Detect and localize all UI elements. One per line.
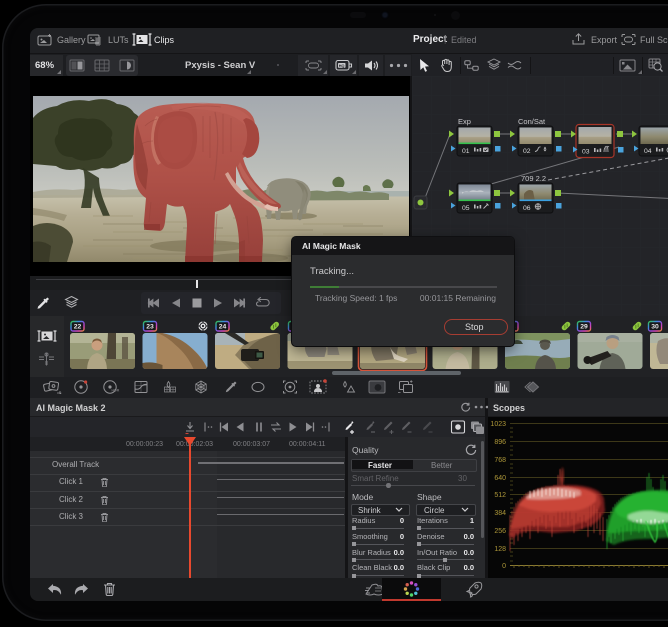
svg-text:03: 03: [582, 149, 590, 156]
svg-text:Con/Sat: Con/Sat: [518, 117, 546, 126]
svg-text:04: 04: [644, 148, 652, 155]
svg-text:05: 05: [462, 205, 470, 212]
svg-text:640: 640: [494, 475, 506, 482]
svg-text:1023: 1023: [490, 421, 506, 428]
svg-text:HDR: HDR: [112, 389, 120, 393]
svg-text:768: 768: [494, 457, 506, 464]
svg-text:Exp: Exp: [458, 117, 471, 126]
svg-text:896: 896: [494, 439, 506, 446]
svg-text:0: 0: [502, 563, 506, 570]
svg-text:HQ: HQ: [339, 64, 345, 68]
svg-text:30: 30: [651, 324, 659, 331]
svg-text:29: 29: [580, 324, 588, 331]
svg-text:22: 22: [74, 324, 82, 331]
svg-text:128: 128: [494, 546, 506, 553]
svg-text:384: 384: [494, 510, 506, 517]
svg-text:02: 02: [523, 148, 531, 155]
svg-text:24: 24: [219, 324, 227, 331]
svg-text:512: 512: [494, 492, 506, 499]
svg-text:01: 01: [462, 148, 470, 155]
svg-text:06: 06: [523, 205, 531, 212]
svg-text:23: 23: [146, 324, 154, 331]
svg-text:256: 256: [494, 528, 506, 535]
svg-text:709 2.2: 709 2.2: [521, 174, 546, 183]
